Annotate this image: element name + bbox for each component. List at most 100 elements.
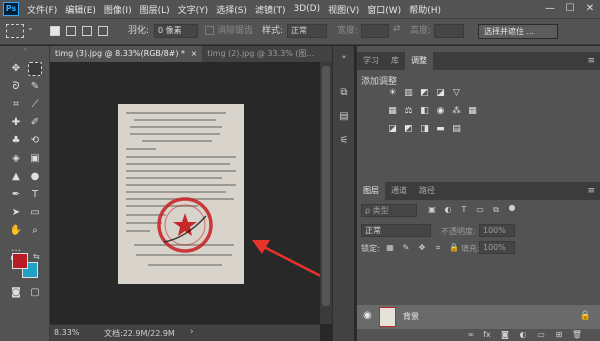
menu-window[interactable]: 窗口(W) xyxy=(367,3,401,16)
tab-channels[interactable]: 通道 xyxy=(385,182,413,200)
fill-input[interactable]: 100% xyxy=(479,241,515,254)
exposure-icon[interactable]: ◪ xyxy=(435,88,446,99)
eraser-tool-icon[interactable]: ◈ xyxy=(9,152,23,166)
new-layer-icon[interactable]: ⊞ xyxy=(553,329,565,341)
swap-dimensions-icon[interactable]: ⇄ xyxy=(393,24,401,34)
close-tab-icon[interactable]: × xyxy=(191,49,198,58)
tab-learn[interactable]: 学习 xyxy=(357,52,385,70)
lock-transparent-icon[interactable]: ▦ xyxy=(385,243,395,253)
brightness-contrast-icon[interactable]: ☀ xyxy=(387,88,398,99)
chevron-down-icon[interactable]: ⌄ xyxy=(27,23,34,32)
antialias-checkbox[interactable] xyxy=(205,26,214,35)
quick-selection-tool-icon[interactable]: ✎ xyxy=(28,80,42,94)
curves-icon[interactable]: ◩ xyxy=(419,88,430,99)
menu-select[interactable]: 选择(S) xyxy=(216,3,247,16)
invert-icon[interactable]: ◪ xyxy=(387,124,398,135)
lock-artboard-icon[interactable]: ⌗ xyxy=(433,243,443,253)
photo-filter-icon[interactable]: ◉ xyxy=(435,106,446,117)
black-white-icon[interactable]: ◧ xyxy=(419,106,430,117)
toolbar-collapse-icon[interactable]: » xyxy=(18,47,32,53)
minimize-button[interactable]: — xyxy=(540,0,560,18)
opacity-input[interactable]: 100% xyxy=(479,224,515,237)
subtract-from-selection-icon[interactable] xyxy=(82,26,92,36)
brush-tool-icon[interactable]: ✐ xyxy=(28,116,42,130)
style-select[interactable]: 正常 xyxy=(287,24,327,38)
menu-edit[interactable]: 编辑(E) xyxy=(65,3,96,16)
tab-adjustments[interactable]: 调整 xyxy=(405,52,433,70)
hand-tool-icon[interactable]: ✋ xyxy=(9,224,23,238)
intersect-selection-icon[interactable] xyxy=(98,26,108,36)
filter-type-icon[interactable]: T xyxy=(459,205,469,215)
new-selection-icon[interactable] xyxy=(50,26,60,36)
vibrance-icon[interactable]: ▽ xyxy=(451,88,462,99)
menu-view[interactable]: 视图(V) xyxy=(328,3,359,16)
rectangle-tool-icon[interactable]: ▭ xyxy=(28,206,42,220)
move-tool-icon[interactable]: ✥ xyxy=(9,62,23,76)
color-lookup-icon[interactable]: ▦ xyxy=(467,106,478,117)
menu-file[interactable]: 文件(F) xyxy=(27,3,57,16)
new-adjustment-layer-icon[interactable]: ◐ xyxy=(517,329,529,341)
maximize-button[interactable]: ☐ xyxy=(560,0,580,18)
quick-mask-icon[interactable]: ◙ xyxy=(9,286,23,300)
menu-image[interactable]: 图像(I) xyxy=(104,3,132,16)
menu-3d[interactable]: 3D(D) xyxy=(293,4,320,14)
filter-toggle-icon[interactable]: ● xyxy=(507,203,517,213)
add-mask-icon[interactable]: ◙ xyxy=(499,329,511,341)
gradient-tool-icon[interactable]: ▣ xyxy=(28,152,42,166)
pen-tool-icon[interactable]: ✒ xyxy=(9,188,23,202)
eyedropper-tool-icon[interactable]: ⟋ xyxy=(28,98,42,112)
scrollbar-thumb[interactable] xyxy=(322,66,330,306)
filter-shape-icon[interactable]: ▭ xyxy=(475,205,485,215)
link-layers-icon[interactable]: ∞ xyxy=(465,329,477,341)
levels-icon[interactable]: ▥ xyxy=(403,88,414,99)
lasso-tool-icon[interactable]: ᘐ xyxy=(9,80,23,94)
tab-layers[interactable]: 图层 xyxy=(357,182,385,200)
canvas-scrollbar[interactable] xyxy=(320,62,332,324)
filter-pixel-icon[interactable]: ▣ xyxy=(427,205,437,215)
width-input[interactable] xyxy=(361,24,389,38)
filter-adjustment-icon[interactable]: ◐ xyxy=(443,205,453,215)
lock-all-icon[interactable]: 🔒 xyxy=(449,243,459,253)
healing-brush-tool-icon[interactable]: ✚ xyxy=(9,116,23,130)
menu-layer[interactable]: 图层(L) xyxy=(140,3,170,16)
feather-input[interactable]: 0 像素 xyxy=(154,24,198,38)
menu-help[interactable]: 帮助(H) xyxy=(409,3,441,16)
new-group-icon[interactable]: ▭ xyxy=(535,329,547,341)
zoom-tool-icon[interactable]: ⌕ xyxy=(28,224,42,238)
lock-position-icon[interactable]: ✥ xyxy=(417,243,427,253)
type-tool-icon[interactable]: T xyxy=(28,188,42,202)
delete-layer-icon[interactable]: 🗑 xyxy=(571,329,583,341)
status-menu-icon[interactable]: › xyxy=(190,327,194,337)
marquee-tool-preset-icon[interactable] xyxy=(6,24,24,38)
collapse-panels-icon[interactable]: « xyxy=(337,50,351,64)
dodge-tool-icon[interactable]: ● xyxy=(28,170,42,184)
layer-lock-icon[interactable]: 🔒 xyxy=(580,311,591,321)
crop-tool-icon[interactable]: ⌗ xyxy=(9,98,23,112)
tab-libraries[interactable]: 库 xyxy=(385,52,405,70)
properties-panel-icon[interactable]: ▤ xyxy=(337,110,351,124)
layer-filter-select[interactable]: ρ 类型 xyxy=(361,204,417,217)
history-brush-tool-icon[interactable]: ⟲ xyxy=(28,134,42,148)
close-button[interactable]: ✕ xyxy=(580,0,600,18)
clone-stamp-tool-icon[interactable]: ♣ xyxy=(9,134,23,148)
threshold-icon[interactable]: ◨ xyxy=(419,124,430,135)
swap-colors-icon[interactable]: ⇆ xyxy=(33,252,40,261)
panel-menu-icon[interactable]: ≡ xyxy=(587,56,595,66)
height-input[interactable] xyxy=(434,24,464,38)
selective-color-icon[interactable]: ▤ xyxy=(451,124,462,135)
layer-row-background[interactable]: ◉ 背景 🔒 xyxy=(357,305,600,329)
foreground-color-swatch[interactable] xyxy=(12,253,28,269)
hue-saturation-icon[interactable]: ▦ xyxy=(387,106,398,117)
filter-smart-object-icon[interactable]: ⧉ xyxy=(491,205,501,215)
adjustments-panel-icon[interactable]: ⚟ xyxy=(337,134,351,148)
tab-paths[interactable]: 路径 xyxy=(413,182,441,200)
blend-mode-select[interactable]: 正常 xyxy=(361,224,431,237)
panel-menu-icon[interactable]: ≡ xyxy=(587,186,595,196)
menu-filter[interactable]: 滤镜(T) xyxy=(255,3,286,16)
rectangular-marquee-tool-icon[interactable] xyxy=(28,62,42,76)
menu-type[interactable]: 文字(Y) xyxy=(178,3,209,16)
color-balance-icon[interactable]: ⚖ xyxy=(403,106,414,117)
gradient-map-icon[interactable]: ▬ xyxy=(435,124,446,135)
posterize-icon[interactable]: ◩ xyxy=(403,124,414,135)
layer-name[interactable]: 背景 xyxy=(403,311,419,322)
